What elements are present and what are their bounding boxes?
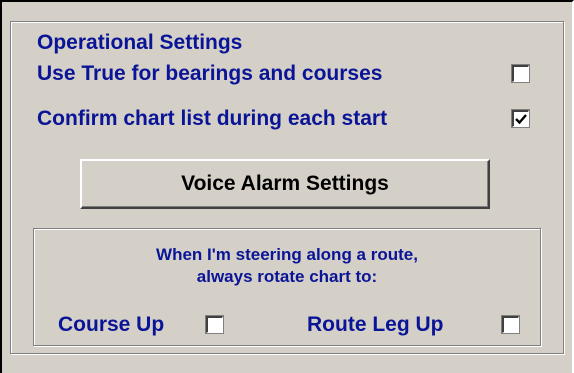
confirm-chart-checkbox[interactable] [512,110,529,127]
checkmark-icon [515,114,527,125]
voice-alarm-settings-button[interactable]: Voice Alarm Settings [80,159,490,209]
course-up-checkbox[interactable] [206,316,223,333]
course-up-label: Course Up [58,313,165,336]
use-true-checkbox[interactable] [512,65,529,82]
group-title: Operational Settings [31,30,249,56]
route-leg-up-checkbox[interactable] [502,316,519,333]
rotation-description-line1: When I'm steering along a route, [156,245,418,264]
rotation-description: When I'm steering along a route, always … [34,244,540,288]
use-true-label: Use True for bearings and courses [37,62,383,85]
route-leg-up-label: Route Leg Up [307,313,444,336]
rotation-description-line2: always rotate chart to: [196,267,378,286]
confirm-chart-label: Confirm chart list during each start [37,107,388,130]
